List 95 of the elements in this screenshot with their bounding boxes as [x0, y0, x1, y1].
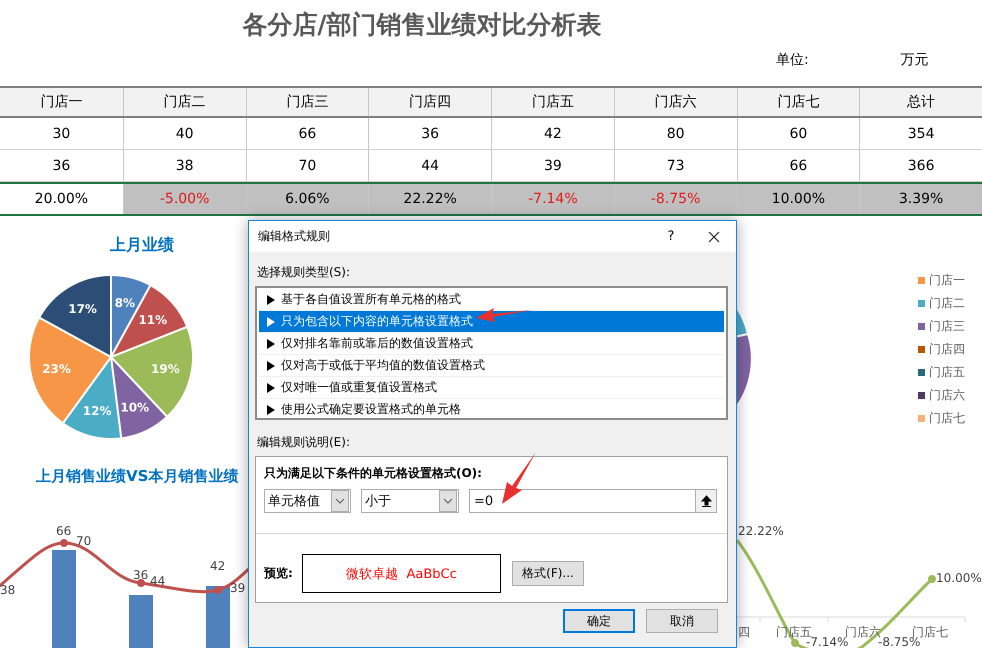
preview-label: 预览:	[264, 565, 294, 582]
table-cell-text: 30	[51, 124, 72, 144]
arrow-annotation	[502, 452, 536, 504]
rule-type-item[interactable]: 只为包含以下内容的单元格设置格式	[259, 311, 724, 333]
dropdown[interactable]: 小于	[361, 489, 459, 513]
section-label: 选择规则类型(S):	[257, 264, 352, 280]
unit-label: 单位:	[776, 51, 809, 69]
triangle-icon	[267, 360, 275, 370]
dropdown[interactable]: 单元格值	[264, 489, 351, 513]
table-cell-text: 20.00%	[34, 190, 90, 209]
table-cell: 36	[368, 118, 491, 149]
legend-label: 门店四	[929, 340, 965, 358]
legend-label: 门店六	[929, 386, 965, 404]
legend-label: 门店二	[929, 294, 965, 312]
triangle-icon	[267, 382, 275, 392]
table-cell: 73	[614, 150, 736, 181]
table-cell-text: 36	[51, 156, 72, 176]
table-cell: 60	[736, 118, 860, 149]
table-cell: 44	[368, 150, 491, 181]
table-cell: 38	[122, 150, 246, 181]
data-label: 42	[210, 559, 226, 573]
chart-title: 上月销售业绩VS本月销售业绩	[36, 467, 238, 486]
value-input-field[interactable]: =0	[469, 489, 717, 513]
data-label: 8%	[114, 296, 136, 310]
column-header: 门店一	[39, 93, 84, 112]
data-label: 11%	[138, 313, 168, 328]
cancel-button[interactable]: 取消	[646, 609, 718, 633]
table-cell: 3.39%	[859, 184, 982, 214]
data-label: 23%	[42, 362, 71, 376]
ok-button[interactable]: 确定	[563, 609, 635, 633]
data-label: -7.14%	[806, 635, 848, 648]
dialog-title: 编辑格式规则	[258, 228, 331, 245]
legend-label: 门店七	[929, 410, 965, 426]
legend-label: 门店三	[929, 318, 965, 334]
data-label: 22.22%	[738, 524, 784, 538]
column-header: 门店四	[368, 88, 491, 116]
data-label: -8.75%	[878, 635, 920, 648]
preview-sample: 微软卓越 AaBbCc	[302, 554, 501, 593]
table-cell: 80	[614, 118, 736, 149]
table-cell: -5.00%	[122, 184, 246, 214]
table-cell: 66	[736, 150, 860, 181]
data-label: 44	[150, 574, 166, 588]
data-label: 36	[133, 568, 148, 582]
help-button[interactable]: ?	[656, 222, 686, 250]
rule-type-item[interactable]: 使用公式确定要设置格式的单元格	[259, 399, 724, 421]
close-icon	[708, 230, 720, 242]
chevron-down-icon	[331, 490, 349, 512]
table-cell: 42	[491, 118, 614, 149]
data-label: 10.00%	[936, 571, 982, 585]
triangle-icon	[267, 404, 275, 414]
data-label: 17%	[68, 302, 97, 316]
condition-label: 只为满足以下条件的单元格设置格式(O):	[264, 465, 483, 482]
data-label: 70	[76, 534, 92, 548]
sheet-title: 各分店/部门销售业绩对比分析表	[241, 9, 603, 40]
table-cell: 366	[859, 150, 982, 181]
table-cell: 354	[859, 118, 982, 149]
table-cell: -8.75%	[614, 184, 736, 214]
arrow-annotation	[476, 308, 532, 322]
table-cell: -7.14%	[491, 184, 614, 214]
table-cell: 66	[246, 118, 368, 149]
rule-type-item[interactable]: 仅对唯一值或重复值设置格式	[259, 377, 724, 399]
column-header: 门店六	[614, 88, 736, 116]
column-header: 门店二	[122, 88, 246, 116]
column-header: 门店三	[246, 88, 368, 116]
rule-type-item[interactable]: 仅对高于或低于平均值的数值设置格式	[259, 355, 724, 377]
up-arrow-icon	[700, 495, 712, 507]
triangle-icon	[267, 316, 275, 326]
axis-label: 四	[738, 625, 750, 639]
column-header: 门店七	[736, 88, 860, 116]
table-cell: 22.22%	[368, 184, 491, 214]
section-label: 编辑规则说明(E):	[257, 434, 351, 450]
column-header: 门店五	[491, 88, 614, 116]
bar	[206, 586, 230, 648]
bar	[129, 595, 153, 648]
data-label: 19%	[151, 362, 180, 376]
data-label: 66	[56, 524, 72, 538]
table-cell: 70	[246, 150, 368, 181]
format-button[interactable]: 格式(F)...	[512, 561, 584, 586]
data-label: 38	[0, 583, 16, 597]
chart-title: 上月业绩	[110, 235, 174, 256]
rule-type-item[interactable]: 仅对排名靠前或靠后的数值设置格式	[259, 333, 724, 355]
unit-value: 万元	[900, 51, 929, 69]
data-label: 12%	[82, 404, 112, 418]
collapse-button[interactable]	[695, 490, 716, 512]
legend-label: 门店五	[929, 364, 965, 380]
legend-label: 门店一	[929, 272, 965, 288]
data-label: 39	[230, 581, 246, 595]
table-cell: 40	[122, 118, 246, 149]
table-cell: 6.06%	[246, 184, 368, 214]
table-cell: 10.00%	[736, 184, 860, 214]
data-label: 10%	[120, 400, 150, 414]
chevron-down-icon	[439, 490, 457, 512]
table-cell: 39	[491, 150, 614, 181]
triangle-icon	[267, 338, 275, 348]
column-header: 总计	[859, 88, 982, 116]
